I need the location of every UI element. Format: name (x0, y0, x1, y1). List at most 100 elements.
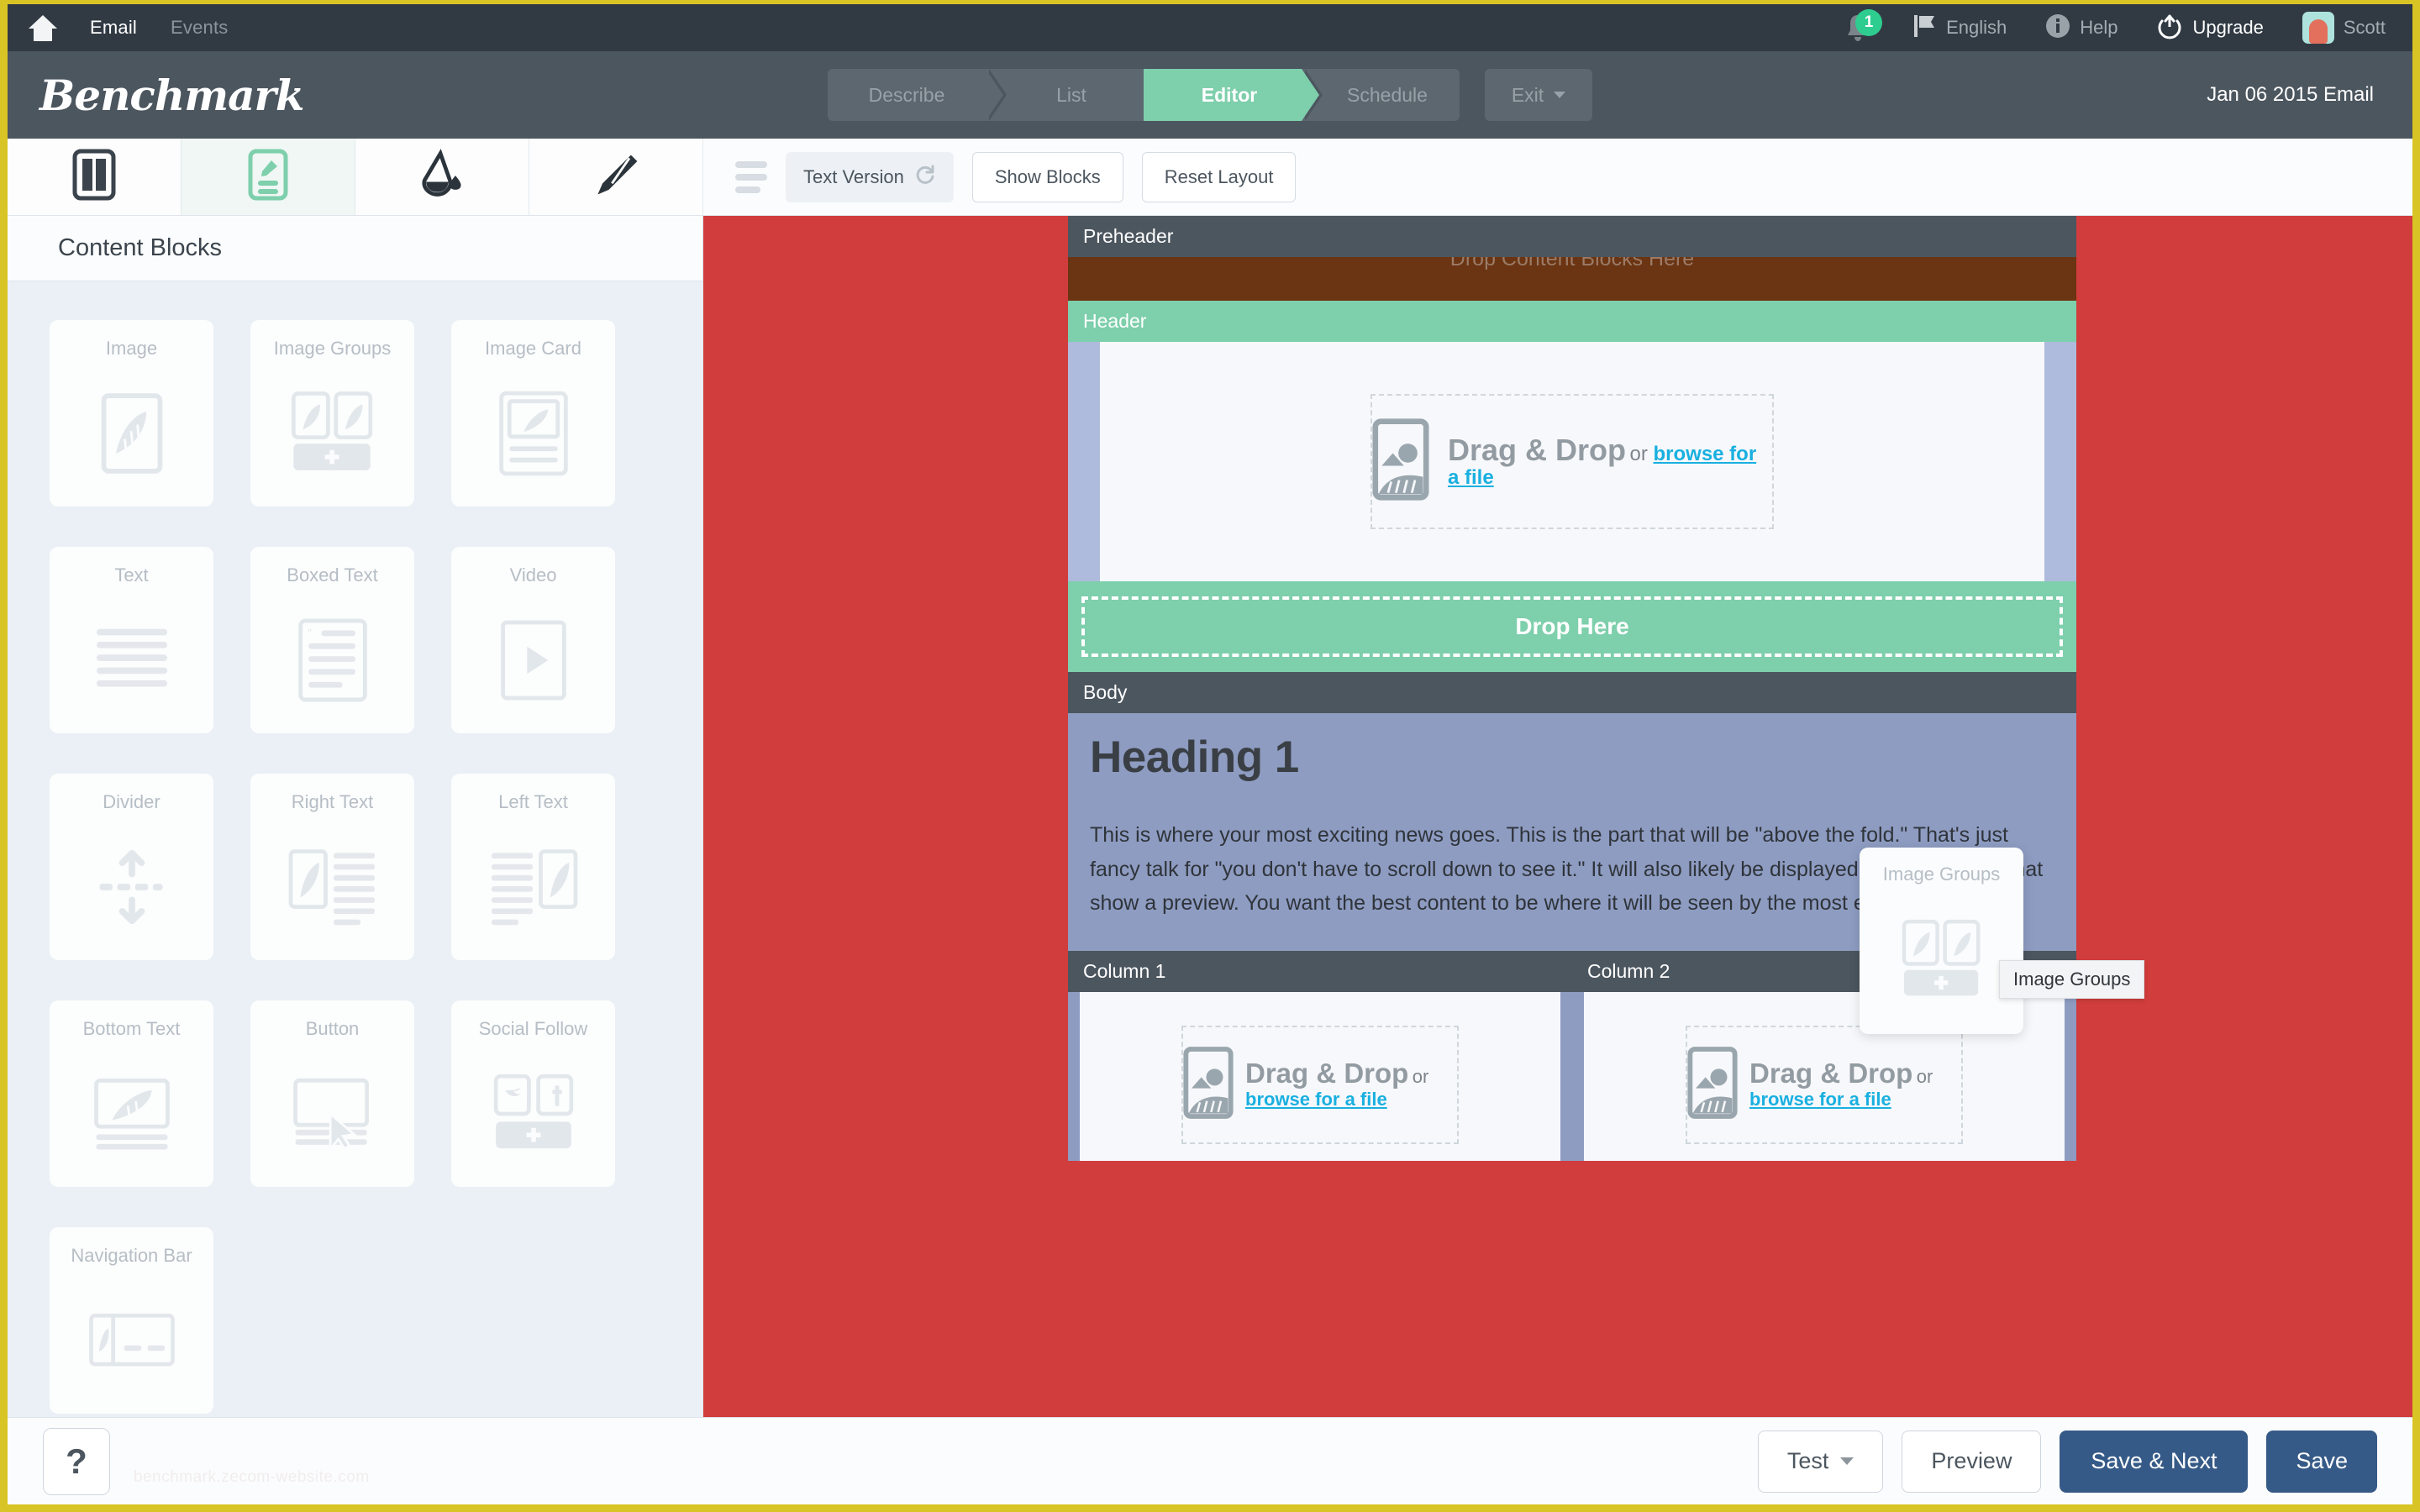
block-image[interactable]: Image (50, 320, 213, 507)
block-label: Boxed Text (287, 564, 377, 587)
block-bottom-text[interactable]: Bottom Text (50, 1000, 213, 1187)
drag-ghost-image-groups[interactable]: Image Groups (1860, 848, 2023, 1034)
refresh-icon (914, 164, 936, 191)
language-selector[interactable]: English (1913, 13, 2007, 43)
hamburger-icon[interactable] (735, 161, 767, 193)
block-text[interactable]: Text (50, 547, 213, 733)
nav-link-email[interactable]: Email (90, 17, 137, 39)
top-nav-right: 1 English (1841, 11, 2394, 45)
language-label: English (1946, 17, 2007, 39)
preheader-drop-text: Drop Content Blocks Here (1068, 257, 2076, 271)
bottom-text-block-icon (50, 1041, 213, 1188)
right-text-block-icon (250, 814, 414, 961)
drag-drop-title: Drag & Drop (1749, 1058, 1912, 1089)
block-label: Image Card (485, 337, 581, 360)
browse-for-a-file-link[interactable]: browse for a file (1245, 1089, 1387, 1110)
column-2-image-dropzone[interactable]: Drag & Drop or browse for a file (1686, 1026, 1963, 1144)
layout-columns-icon (72, 149, 116, 205)
editor-toolbar-actions: Text Version Show Blocks Reset Layout (703, 139, 2412, 215)
boxed-text-block-icon: “ (250, 587, 414, 734)
email-document: Preheader Drop Content Blocks Here Heade… (1068, 216, 2076, 1417)
drag-drop-title: Drag & Drop (1448, 433, 1626, 467)
tab-layout-columns[interactable] (8, 139, 182, 215)
image-placeholder-icon (1183, 1046, 1234, 1124)
image-placeholder-icon (1687, 1046, 1738, 1124)
watermark-text: benchmark.zecom-website.com (134, 1468, 370, 1487)
test-dropdown-button[interactable]: Test (1758, 1431, 1884, 1493)
notifications-button[interactable]: 1 (1841, 11, 1875, 45)
preheader-dropzone[interactable]: Drop Content Blocks Here (1068, 257, 2076, 301)
content-blocks-icon (246, 149, 290, 205)
header-dropzone-text: Drag & Drop or browse for a file (1448, 433, 1772, 491)
block-button[interactable]: Button (250, 1000, 414, 1187)
flag-icon (1913, 13, 1937, 43)
show-blocks-button[interactable]: Show Blocks (972, 152, 1123, 202)
or-label: or (1413, 1066, 1429, 1087)
tab-paint-bucket[interactable] (355, 139, 529, 215)
drag-drop-title: Drag & Drop (1245, 1058, 1408, 1089)
reset-layout-button[interactable]: Reset Layout (1142, 152, 1297, 202)
drop-here-zone[interactable]: Drop Here (1068, 581, 2076, 672)
step-describe[interactable]: Describe (828, 69, 986, 121)
show-blocks-label: Show Blocks (995, 166, 1101, 188)
nav-link-events[interactable]: Events (171, 17, 228, 39)
browse-for-a-file-link[interactable]: browse for a file (1749, 1089, 1891, 1110)
email-canvas: Preheader Drop Content Blocks Here Heade… (703, 216, 2412, 1417)
block-label: Bottom Text (83, 1017, 181, 1041)
block-navigation-bar[interactable]: Navigation Bar (50, 1227, 213, 1414)
block-label: Left Text (498, 790, 568, 814)
text-version-button[interactable]: Text Version (786, 152, 954, 202)
social-follow-block-icon (451, 1041, 615, 1188)
image-groups-block-icon (250, 360, 414, 507)
column-1-dropzone-text: Drag & Drop or browse for a file (1245, 1058, 1457, 1110)
block-label: Right Text (292, 790, 373, 814)
drag-ghost-label: Image Groups (1883, 863, 2000, 886)
block-label: Video (510, 564, 557, 587)
header-image-dropzone[interactable]: Drag & Drop or browse for a file (1370, 394, 1774, 529)
tab-content-blocks[interactable] (182, 139, 355, 215)
video-block-icon (451, 587, 615, 734)
home-icon[interactable] (26, 13, 60, 42)
content-blocks-panel: Content Blocks Image (8, 216, 703, 1417)
or-label: or (1629, 443, 1647, 465)
upgrade-button[interactable]: Upgrade (2156, 13, 2263, 44)
save-label: Save (2296, 1448, 2348, 1474)
tab-pencil[interactable] (529, 139, 703, 215)
editor-toolbar: Text Version Show Blocks Reset Layout (8, 139, 2412, 216)
block-label: Divider (103, 790, 160, 814)
save-and-next-button[interactable]: Save & Next (2060, 1431, 2248, 1493)
exit-label: Exit (1512, 84, 1544, 107)
block-label: Image (106, 337, 157, 360)
save-next-label: Save & Next (2091, 1448, 2217, 1474)
column-1-inner: Drag & Drop or browse for a file (1080, 992, 1560, 1161)
divider-block-icon (50, 814, 213, 961)
save-button[interactable]: Save (2266, 1431, 2377, 1493)
help-question-button[interactable]: ? (43, 1428, 110, 1495)
block-label: Navigation Bar (71, 1244, 192, 1268)
avatar (2302, 12, 2334, 44)
column-1-image-dropzone[interactable]: Drag & Drop or browse for a file (1181, 1026, 1459, 1144)
exit-dropdown[interactable]: Exit (1485, 69, 1592, 121)
step-editor[interactable]: Editor (1144, 69, 1302, 121)
user-menu[interactable]: Scott (2302, 12, 2386, 44)
drop-here-label: Drop Here (1081, 596, 2063, 657)
email-title: Jan 06 2015 Email (2207, 83, 2381, 107)
reset-layout-label: Reset Layout (1165, 166, 1274, 188)
image-placeholder-icon (1372, 417, 1429, 506)
help-button[interactable]: Help (2045, 13, 2118, 43)
column-1: Drag & Drop or browse for a file (1068, 992, 1572, 1161)
step-label: Schedule (1347, 84, 1428, 107)
step-list[interactable]: List (986, 69, 1144, 121)
block-divider[interactable]: Divider (50, 774, 213, 960)
preview-button[interactable]: Preview (1902, 1431, 2041, 1493)
header-inner: Drag & Drop or browse for a file (1100, 342, 2044, 581)
block-boxed-text[interactable]: Boxed Text “ (250, 547, 414, 733)
block-social-follow[interactable]: Social Follow (451, 1000, 615, 1187)
block-image-card[interactable]: Image Card (451, 320, 615, 507)
block-image-groups[interactable]: Image Groups (250, 320, 414, 507)
step-schedule[interactable]: Schedule (1302, 69, 1460, 121)
block-video[interactable]: Video (451, 547, 615, 733)
block-left-text[interactable]: Left Text (451, 774, 615, 960)
block-right-text[interactable]: Right Text (250, 774, 414, 960)
left-text-block-icon (451, 814, 615, 961)
